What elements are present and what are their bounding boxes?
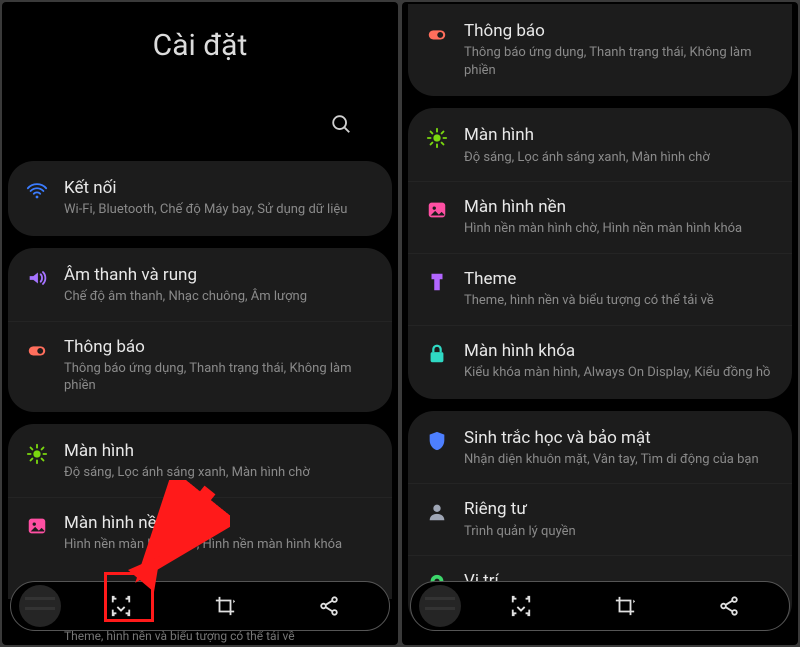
item-title: Riêng tư bbox=[464, 499, 774, 520]
bell-switch-icon bbox=[26, 339, 48, 361]
wifi-icon bbox=[26, 180, 48, 202]
item-title: Sinh trắc học và bảo mật bbox=[464, 428, 774, 449]
item-subtitle: Kiểu khóa màn hình, Always On Display, K… bbox=[464, 364, 774, 382]
settings-item-bell-switch[interactable]: Thông báoThông báo ứng dụng, Thanh trạng… bbox=[8, 321, 392, 410]
item-subtitle: Độ sáng, Lọc ánh sáng xanh, Màn hình chờ bbox=[464, 149, 774, 167]
item-subtitle: Wi-Fi, Bluetooth, Chế độ Máy bay, Sử dụn… bbox=[64, 201, 374, 219]
settings-group: Thông báoThông báo ứng dụng, Thanh trạng… bbox=[408, 4, 792, 96]
settings-item-brightness[interactable]: Màn hình Độ sáng, Lọc ánh sáng xanh, Màn … bbox=[408, 110, 792, 181]
settings-item-person[interactable]: Riêng tư Trình quản lý quyền bbox=[408, 483, 792, 555]
item-title: Màn hình bbox=[64, 441, 374, 462]
settings-item-shield[interactable]: Sinh trắc học và bảo mật Nhận diện khuôn … bbox=[408, 413, 792, 484]
item-title: Màn hình bbox=[464, 125, 774, 146]
item-title: Thông báo bbox=[64, 337, 374, 358]
share-button[interactable] bbox=[309, 586, 349, 626]
scroll-capture-button[interactable] bbox=[501, 586, 541, 626]
screenshot-toolbar bbox=[410, 581, 790, 631]
settings-item-volume[interactable]: Âm thanh và rung Chế độ âm thanh, Nhạc ch… bbox=[8, 250, 392, 321]
screenshot-thumbnail[interactable] bbox=[19, 585, 61, 627]
settings-group: Màn hình Độ sáng, Lọc ánh sáng xanh, Màn … bbox=[8, 424, 392, 599]
settings-item-wifi[interactable]: Kết nối Wi-Fi, Bluetooth, Chế độ Máy bay,… bbox=[8, 163, 392, 234]
item-title: Thông báo bbox=[464, 21, 774, 42]
brightness-icon bbox=[426, 127, 448, 149]
search-button[interactable] bbox=[330, 113, 352, 139]
settings-group: Âm thanh và rung Chế độ âm thanh, Nhạc ch… bbox=[8, 248, 392, 412]
screenshot-thumbnail[interactable] bbox=[419, 585, 461, 627]
item-subtitle: Trình quản lý quyền bbox=[464, 523, 774, 541]
settings-item-brightness[interactable]: Màn hình Độ sáng, Lọc ánh sáng xanh, Màn … bbox=[8, 426, 392, 497]
item-subtitle: Theme, hình nền và biểu tượng có thể tải… bbox=[464, 292, 774, 310]
item-title: Kết nối bbox=[64, 178, 374, 199]
shield-icon bbox=[426, 430, 448, 452]
lock-icon bbox=[426, 343, 448, 365]
settings-item-bell-switch[interactable]: Thông báoThông báo ứng dụng, Thanh trạng… bbox=[408, 6, 792, 94]
brightness-icon bbox=[26, 443, 48, 465]
picture-icon bbox=[26, 515, 48, 537]
item-subtitle: Thông báo ứng dụng, Thanh trạng thái, Kh… bbox=[64, 360, 374, 395]
phone-right: Thông báoThông báo ứng dụng, Thanh trạng… bbox=[402, 2, 798, 645]
scroll-capture-button[interactable] bbox=[101, 586, 141, 626]
item-title: Màn hình khóa bbox=[464, 341, 774, 362]
item-title: Âm thanh và rung bbox=[64, 265, 374, 286]
theme-icon bbox=[426, 271, 448, 293]
phone-left: Cài đặt Kết nối Wi-Fi, Bluetooth, Chế độ … bbox=[2, 2, 398, 645]
item-subtitle: Hình nền màn hình chờ, Hình nền màn hình… bbox=[464, 220, 774, 238]
crop-edit-button[interactable] bbox=[605, 586, 645, 626]
settings-group: Kết nối Wi-Fi, Bluetooth, Chế độ Máy bay,… bbox=[8, 161, 392, 236]
settings-item-theme[interactable]: Theme Theme, hình nền và biểu tượng có th… bbox=[408, 253, 792, 325]
item-title: Theme bbox=[464, 269, 774, 290]
volume-icon bbox=[26, 267, 48, 289]
crop-edit-button[interactable] bbox=[205, 586, 245, 626]
settings-item-lock[interactable]: Màn hình khóa Kiểu khóa màn hình, Always … bbox=[408, 325, 792, 397]
settings-item-picture[interactable]: Màn hình nền Hình nền màn hình chờ, Hình … bbox=[408, 181, 792, 253]
item-subtitle: Thông báo ứng dụng, Thanh trạng thái, Kh… bbox=[464, 44, 774, 79]
person-icon bbox=[426, 501, 448, 523]
page-title: Cài đặt bbox=[2, 28, 398, 63]
share-button[interactable] bbox=[709, 586, 749, 626]
item-title: Màn hình nền bbox=[464, 197, 774, 218]
title-area: Cài đặt bbox=[2, 2, 398, 113]
item-subtitle: Nhận diện khuôn mặt, Vân tay, Tìm di độn… bbox=[464, 451, 774, 469]
bell-switch-icon bbox=[426, 23, 448, 45]
item-subtitle: Hình nền màn hình chờ, Hình nền màn hình… bbox=[64, 536, 374, 554]
item-subtitle: Độ sáng, Lọc ánh sáng xanh, Màn hình chờ bbox=[64, 464, 374, 482]
item-subtitle: Chế độ âm thanh, Nhạc chuông, Âm lượng bbox=[64, 288, 374, 306]
settings-group: Màn hình Độ sáng, Lọc ánh sáng xanh, Màn … bbox=[408, 108, 792, 398]
peek-text: Theme, hình nền và biểu tượng có thể tải… bbox=[2, 629, 398, 643]
item-title: Màn hình nền bbox=[64, 513, 374, 534]
settings-item-picture[interactable]: Màn hình nền Hình nền màn hình chờ, Hình … bbox=[8, 497, 392, 569]
screenshot-toolbar bbox=[10, 581, 390, 631]
picture-icon bbox=[426, 199, 448, 221]
